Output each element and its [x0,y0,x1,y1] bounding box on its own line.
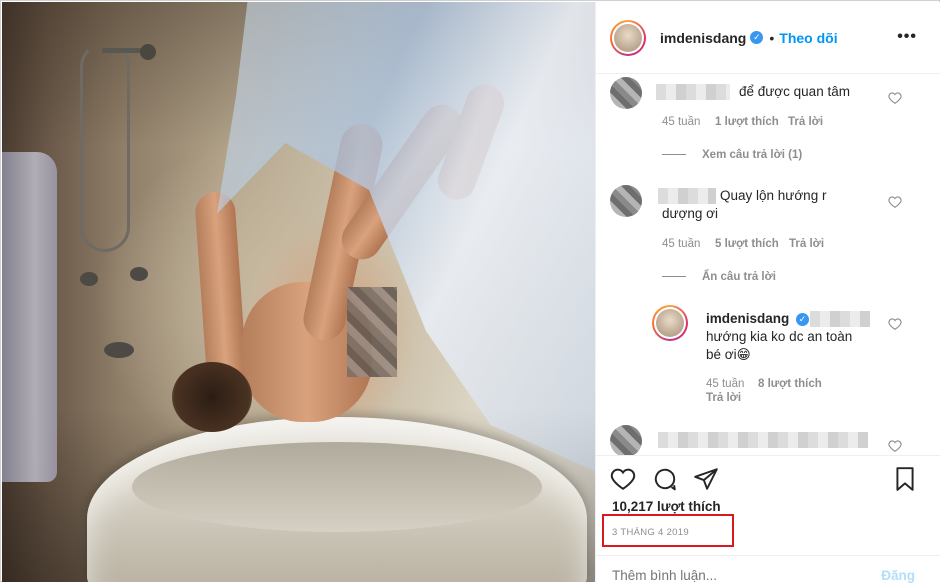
reply-text: hướng kia ko dc an toàn [706,329,853,344]
photo-censor-blur [347,287,397,377]
reply-text-line2: bé ơi😁 [706,347,751,362]
verified-badge-icon: ✓ [750,31,764,44]
photo-tap-right [130,267,148,281]
post-side-panel: imdenisdang ✓ • Theo dõi ••• để được qua… [595,2,940,583]
follow-button[interactable]: Theo dõi [779,30,837,46]
post-header: imdenisdang ✓ • Theo dõi ••• [596,2,940,74]
share-send-icon[interactable] [693,466,719,492]
comment-reply-button[interactable]: Trả lời [789,238,824,250]
comment-likes[interactable]: 5 lượt thích [715,238,779,250]
like-heart-icon[interactable] [610,466,636,492]
comment-text: Quay lộn hướng r [720,188,827,203]
comment-avatar[interactable] [610,77,642,109]
like-comment-icon[interactable] [888,317,902,331]
post-photo[interactable] [2,2,595,582]
save-bookmark-icon[interactable] [892,466,918,492]
post-frame: imdenisdang ✓ • Theo dõi ••• để được qua… [0,0,940,583]
reply-age: 45 tuần [706,378,745,390]
comment-avatar[interactable] [610,185,642,217]
comments-list[interactable]: để được quan tâm 45 tuần 1 lượt thích Tr… [596,75,940,455]
photo-tap-left [80,272,98,286]
reply-reply-button[interactable]: Trả lời [706,392,741,404]
view-replies-label: Xem câu trả lời (1) [702,149,803,161]
add-comment-bar: Đăng [596,555,940,583]
more-options-icon[interactable]: ••• [897,28,917,46]
reply-likes[interactable]: 8 lượt thích [758,378,822,390]
comment-reply-button[interactable]: Trả lời [788,116,823,128]
like-comment-icon[interactable] [888,439,902,453]
comment-text: để được quan tâm [739,84,850,99]
hide-replies-button[interactable]: Ẩn câu trả lời [662,271,776,283]
header-separator: • [769,29,775,46]
comment-username-censored [658,188,716,204]
like-comment-icon[interactable] [888,195,902,209]
reply-username[interactable]: imdenisdang [706,310,789,328]
comment-text-line2: dượng ơi [662,206,719,221]
post-actions: 10,217 lượt thích 3 THÁNG 4 2019 Đăng [596,455,940,583]
author-username[interactable]: imdenisdang [660,30,746,46]
mention-censored [810,311,870,327]
photo-hair [172,362,252,432]
photo-shower-head [102,44,156,60]
reply-author-avatar[interactable] [652,305,688,341]
post-comment-button[interactable]: Đăng [881,568,915,583]
view-replies-button[interactable]: Xem câu trả lời (1) [662,149,802,161]
like-comment-icon[interactable] [888,91,902,105]
comment-age: 45 tuần [662,116,701,128]
comment-username-censored [656,84,730,100]
comment-likes[interactable]: 1 lượt thích [715,116,779,128]
verified-badge-icon: ✓ [796,313,809,326]
add-comment-input[interactable] [612,568,862,583]
comment-avatar[interactable] [610,425,642,455]
likes-count[interactable]: 10,217 lượt thích [612,499,721,514]
photo-towel [2,152,57,482]
photo-shower-hose [80,42,130,252]
author-avatar[interactable] [610,19,646,56]
post-date[interactable]: 3 THÁNG 4 2019 [612,527,689,538]
comment-bubble-icon[interactable] [652,466,678,492]
hide-replies-label: Ẩn câu trả lời [702,271,776,283]
comment-age: 45 tuần [662,238,701,250]
photo-faucet [104,342,134,358]
comment-censored [658,432,868,448]
